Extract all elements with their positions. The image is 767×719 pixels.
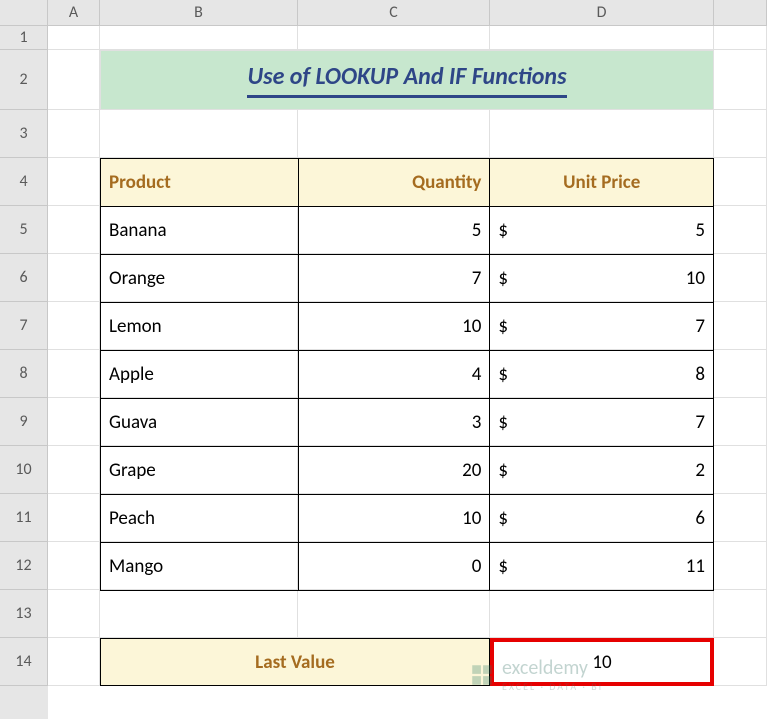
row-header-4[interactable]: 4 bbox=[0, 158, 48, 206]
row-header-13[interactable]: 13 bbox=[0, 590, 48, 638]
row-header-12[interactable]: 12 bbox=[0, 542, 48, 590]
row-header-7[interactable]: 7 bbox=[0, 302, 48, 350]
table-row: Guava 3 $7 bbox=[101, 399, 714, 447]
table-row: Mango 0 $11 bbox=[101, 543, 714, 591]
col-header-d[interactable]: D bbox=[490, 0, 714, 26]
cell-quantity[interactable]: 20 bbox=[298, 447, 490, 495]
cell-quantity[interactable]: 0 bbox=[298, 543, 490, 591]
cell-price[interactable]: $7 bbox=[490, 399, 714, 447]
table-row: Apple 4 $8 bbox=[101, 351, 714, 399]
price-value: 6 bbox=[695, 507, 705, 530]
cell-product[interactable]: Apple bbox=[101, 351, 299, 399]
cell-price[interactable]: $5 bbox=[490, 207, 714, 255]
title-text: Use of LOOKUP And IF Functions bbox=[247, 62, 566, 98]
cell-quantity[interactable]: 4 bbox=[298, 351, 490, 399]
header-quantity[interactable]: Quantity bbox=[298, 159, 490, 207]
row-header-gutter: 1 2 3 4 5 6 7 8 9 10 11 12 13 14 bbox=[0, 0, 48, 719]
row-header-1[interactable]: 1 bbox=[0, 26, 48, 50]
table-row: Banana 5 $5 bbox=[101, 207, 714, 255]
row-header-3[interactable]: 3 bbox=[0, 110, 48, 158]
price-value: 5 bbox=[695, 219, 705, 242]
price-value: 10 bbox=[686, 267, 705, 290]
cell-product[interactable]: Grape bbox=[101, 447, 299, 495]
currency-symbol: $ bbox=[498, 267, 508, 290]
currency-symbol: $ bbox=[498, 219, 508, 242]
row-header-8[interactable]: 8 bbox=[0, 350, 48, 398]
col-header-e[interactable] bbox=[714, 0, 767, 26]
currency-symbol: $ bbox=[498, 555, 508, 578]
cell-quantity[interactable]: 7 bbox=[298, 255, 490, 303]
currency-symbol: $ bbox=[498, 315, 508, 338]
select-all-corner[interactable] bbox=[0, 0, 48, 26]
cell-quantity[interactable]: 10 bbox=[298, 303, 490, 351]
col-header-b[interactable]: B bbox=[100, 0, 298, 26]
table-row: Peach 10 $6 bbox=[101, 495, 714, 543]
table-header-row: Product Quantity Unit Price bbox=[101, 159, 714, 207]
cell-price[interactable]: $7 bbox=[490, 303, 714, 351]
last-value-label[interactable]: Last Value bbox=[100, 638, 490, 686]
cell-product[interactable]: Lemon bbox=[101, 303, 299, 351]
cell-product[interactable]: Peach bbox=[101, 495, 299, 543]
cell-price[interactable]: $10 bbox=[490, 255, 714, 303]
col-header-a[interactable]: A bbox=[48, 0, 100, 26]
cell-price[interactable]: $11 bbox=[490, 543, 714, 591]
table-row: Grape 20 $2 bbox=[101, 447, 714, 495]
price-value: 7 bbox=[695, 411, 705, 434]
cell-quantity[interactable]: 10 bbox=[298, 495, 490, 543]
cell-product[interactable]: Banana bbox=[101, 207, 299, 255]
row-header-6[interactable]: 6 bbox=[0, 254, 48, 302]
row-header-5[interactable]: 5 bbox=[0, 206, 48, 254]
header-price[interactable]: Unit Price bbox=[490, 159, 714, 207]
cell-quantity[interactable]: 3 bbox=[298, 399, 490, 447]
cell-product[interactable]: Mango bbox=[101, 543, 299, 591]
price-value: 11 bbox=[686, 555, 705, 578]
row-header-9[interactable]: 9 bbox=[0, 398, 48, 446]
price-value: 8 bbox=[695, 363, 705, 386]
cell-price[interactable]: $2 bbox=[490, 447, 714, 495]
cell-product[interactable]: Guava bbox=[101, 399, 299, 447]
last-value-row: Last Value 10 bbox=[100, 638, 714, 686]
price-value: 7 bbox=[695, 315, 705, 338]
cell-price[interactable]: $8 bbox=[490, 351, 714, 399]
last-value-cell[interactable]: 10 bbox=[490, 638, 714, 686]
table-row: Lemon 10 $7 bbox=[101, 303, 714, 351]
header-product[interactable]: Product bbox=[101, 159, 299, 207]
col-header-c[interactable]: C bbox=[298, 0, 490, 26]
grid-body[interactable]: Use of LOOKUP And IF Functions Product Q… bbox=[48, 26, 767, 719]
column-header-row: A B C D bbox=[48, 0, 767, 26]
spreadsheet: 1 2 3 4 5 6 7 8 9 10 11 12 13 14 A B C D bbox=[0, 0, 767, 719]
row-header-11[interactable]: 11 bbox=[0, 494, 48, 542]
cell-price[interactable]: $6 bbox=[490, 495, 714, 543]
cell-product[interactable]: Orange bbox=[101, 255, 299, 303]
price-value: 2 bbox=[695, 459, 705, 482]
cell-quantity[interactable]: 5 bbox=[298, 207, 490, 255]
title-banner[interactable]: Use of LOOKUP And IF Functions bbox=[100, 50, 714, 110]
table-row: Orange 7 $10 bbox=[101, 255, 714, 303]
row-header-10[interactable]: 10 bbox=[0, 446, 48, 494]
data-table: Product Quantity Unit Price Banana 5 $5 … bbox=[100, 158, 714, 591]
row-header-2[interactable]: 2 bbox=[0, 50, 48, 110]
currency-symbol: $ bbox=[498, 459, 508, 482]
currency-symbol: $ bbox=[498, 411, 508, 434]
currency-symbol: $ bbox=[498, 507, 508, 530]
row-header-14[interactable]: 14 bbox=[0, 638, 48, 686]
currency-symbol: $ bbox=[498, 363, 508, 386]
